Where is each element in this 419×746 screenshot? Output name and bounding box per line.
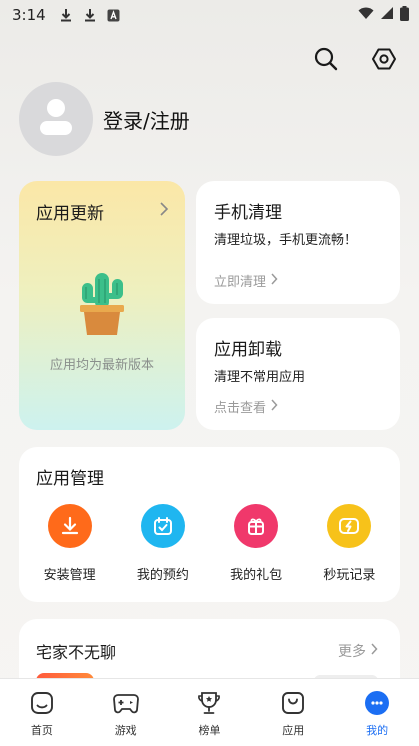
nav-apps[interactable]: 应用: [263, 689, 323, 738]
nav-apps-label: 应用: [282, 724, 305, 737]
clean-now-link[interactable]: 立即清理: [214, 271, 278, 290]
header-actions: [311, 46, 399, 76]
more-link[interactable]: 更多: [338, 641, 378, 661]
battery-icon: [400, 5, 409, 25]
view-uninstall-label: 点击查看: [214, 401, 267, 416]
nav-me-label: 我的: [366, 724, 389, 737]
app-management-title: 应用管理: [36, 469, 104, 489]
app-update-card[interactable]: 应用更新 应用均为最新版本: [19, 181, 185, 430]
app-update-status: 应用均为最新版本: [49, 358, 154, 373]
nav-me[interactable]: 我的: [347, 689, 407, 738]
quick-play-history-button[interactable]: 秒玩记录: [309, 504, 389, 583]
my-reservations-button[interactable]: 我的预约: [123, 504, 203, 583]
app-uninstall-card[interactable]: 应用卸载 清理不常用应用 点击查看: [196, 318, 400, 430]
download-icon: [80, 5, 100, 25]
stay-home-title: 宅家不无聊: [36, 643, 117, 662]
text-app-icon: [104, 5, 124, 25]
phone-clean-desc: 清理垃圾，手机更流畅！: [214, 233, 358, 248]
wifi-icon: [358, 6, 374, 24]
nav-home-label: 首页: [30, 724, 53, 737]
my-reservations-label: 我的预约: [136, 568, 189, 583]
apps-icon: [279, 689, 307, 717]
trophy-icon: [195, 689, 223, 717]
nav-games-label: 游戏: [114, 724, 137, 737]
profile-row[interactable]: 登录/注册: [19, 82, 190, 156]
app-management-items: 安装管理 我的预约 我的礼包 秒玩记录: [19, 504, 400, 583]
download-icon: [56, 5, 76, 25]
nav-rankings[interactable]: 榜单: [179, 689, 239, 738]
view-uninstall-link[interactable]: 点击查看: [214, 397, 278, 416]
chevron-right-icon: [370, 643, 378, 659]
status-bar: 3:14: [0, 0, 419, 30]
nav-home[interactable]: 首页: [12, 689, 72, 738]
calendar-check-icon: [140, 504, 185, 548]
phone-clean-card[interactable]: 手机清理 清理垃圾，手机更流畅！ 立即清理: [196, 181, 400, 304]
install-icon: [47, 504, 92, 548]
search-button[interactable]: [311, 46, 341, 76]
app-management-card: 应用管理 安装管理 我的预约 我的礼包 秒玩记录: [19, 447, 400, 602]
chevron-right-icon: [270, 398, 278, 415]
clean-now-label: 立即清理: [214, 275, 267, 290]
chevron-right-icon: [270, 272, 278, 289]
more-label: 更多: [338, 644, 366, 660]
home-icon: [28, 689, 56, 717]
game-icon: [112, 689, 140, 717]
app-uninstall-desc: 清理不常用应用: [214, 370, 306, 385]
cactus-plant-icon: [77, 269, 127, 341]
my-gifts-button[interactable]: 我的礼包: [216, 504, 296, 583]
app-uninstall-title: 应用卸载: [214, 340, 282, 360]
me-icon: [363, 689, 391, 717]
app-update-title: 应用更新: [36, 204, 104, 224]
signal-icon: [380, 6, 394, 24]
install-management-label: 安装管理: [43, 568, 96, 583]
bottom-nav: 首页 游戏 榜单 应用 我的: [0, 678, 419, 746]
login-register-link[interactable]: 登录/注册: [103, 105, 190, 134]
quick-play-history-label: 秒玩记录: [323, 568, 376, 583]
search-icon: [313, 46, 339, 76]
settings-button[interactable]: [369, 46, 399, 76]
install-management-button[interactable]: 安装管理: [30, 504, 110, 583]
nav-rankings-label: 榜单: [198, 724, 221, 737]
my-gifts-label: 我的礼包: [230, 568, 283, 583]
user-placeholder-icon: [38, 97, 74, 141]
settings-icon: [371, 46, 397, 76]
avatar[interactable]: [19, 82, 93, 156]
nav-games[interactable]: 游戏: [96, 689, 156, 738]
quick-play-icon: [327, 504, 372, 548]
gift-icon: [234, 504, 279, 548]
chevron-right-icon: [159, 201, 169, 220]
status-time: 3:14: [12, 6, 46, 24]
phone-clean-title: 手机清理: [214, 203, 282, 223]
